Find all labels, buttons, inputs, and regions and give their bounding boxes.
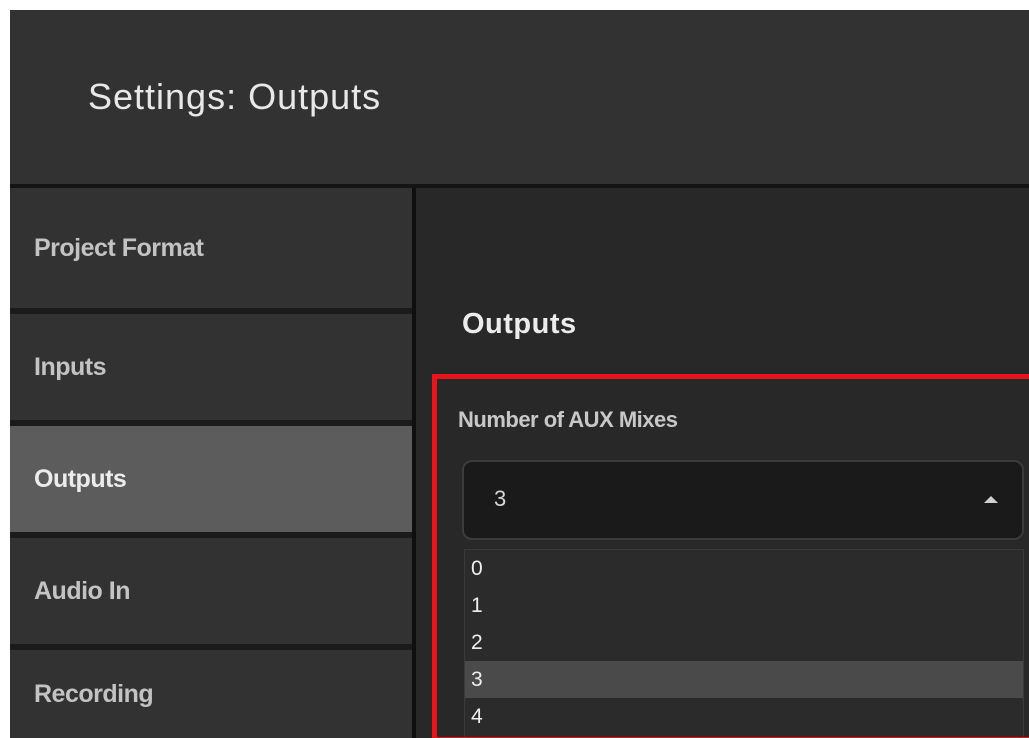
screenshot-frame: Settings: Outputs Project Format Inputs … [0,0,1029,738]
sidebar-item-project-format[interactable]: Project Format [10,188,412,308]
settings-content: Outputs Number of AUX Mixes 3 0 1 2 3 4 [416,188,1029,738]
sidebar-item-label: Audio In [34,576,130,605]
page-title: Settings: Outputs [88,76,382,117]
sidebar-item-label: Recording [34,679,154,708]
sidebar-item-label: Outputs [34,464,127,493]
settings-window: Settings: Outputs Project Format Inputs … [10,10,1029,738]
highlight-annotation-box [432,374,1029,738]
section-title: Outputs [462,308,577,340]
sidebar-item-recording[interactable]: Recording [10,650,412,738]
settings-header: Settings: Outputs [10,10,1029,184]
sidebar-item-audio-in[interactable]: Audio In [10,538,412,644]
sidebar-item-label: Inputs [34,352,107,381]
sidebar-item-inputs[interactable]: Inputs [10,314,412,420]
sidebar-item-label: Project Format [34,233,204,262]
sidebar-item-outputs[interactable]: Outputs [10,426,412,532]
